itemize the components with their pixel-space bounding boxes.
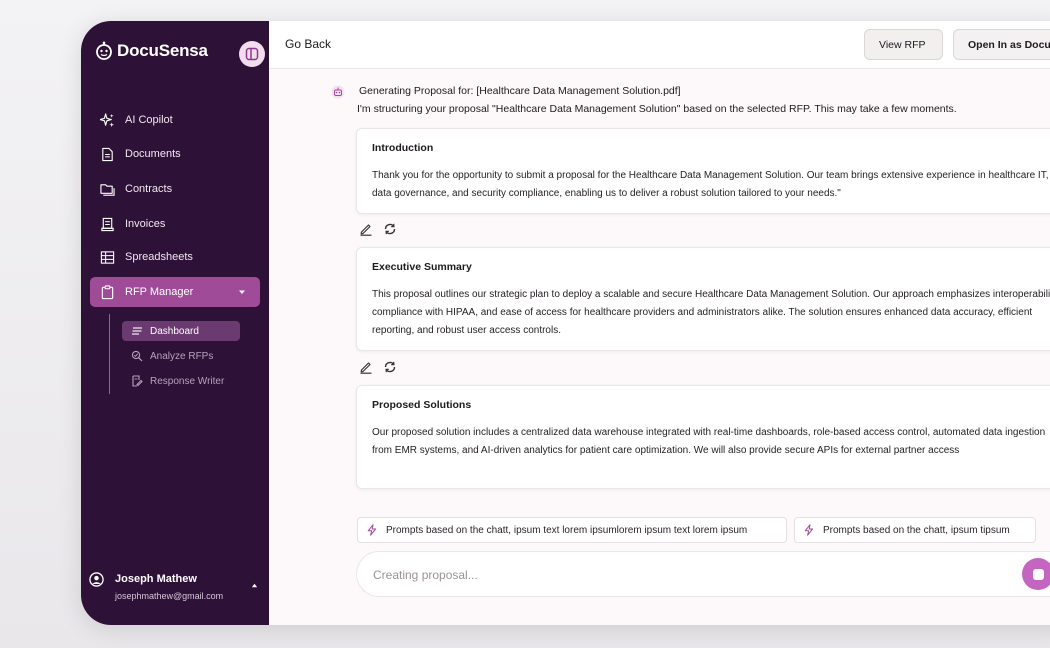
sidebar-item-label: Contracts [125, 183, 173, 195]
proposal-status: Generating Proposal for: [Healthcare Dat… [359, 85, 681, 97]
prompt-suggestion[interactable]: Prompts based on the chatt, ipsum tipsum [794, 517, 1036, 543]
sidebar-item-documents[interactable]: Documents [90, 139, 260, 169]
receipt-icon [101, 217, 114, 231]
sidebar-item-invoices[interactable]: Invoices [90, 209, 260, 239]
collapse-sidebar-button[interactable] [239, 41, 265, 67]
app-name: DocuSensa [117, 41, 208, 60]
prompt-suggestion[interactable]: Prompts based on the chatt, ipsum text l… [357, 517, 787, 543]
sidebar: DocuSensa AI Copilot Documents Contracts… [81, 21, 269, 625]
edit-icon[interactable] [359, 360, 373, 374]
folders-icon [100, 183, 115, 196]
sidebar-item-rfp-manager[interactable]: RFP Manager [90, 277, 260, 307]
stop-generation-button[interactable] [1022, 558, 1050, 590]
section-title: Executive Summary [372, 261, 472, 273]
document-icon [102, 147, 113, 161]
sidebar-item-ai-copilot[interactable]: AI Copilot [90, 105, 260, 135]
user-avatar-icon [89, 572, 104, 587]
edit-icon[interactable] [359, 222, 373, 236]
sidebar-subitem-label: Response Writer [150, 375, 225, 387]
stop-icon [1032, 568, 1044, 580]
composer-input[interactable] [373, 565, 973, 585]
caret-down-icon [239, 290, 245, 294]
prompt-suggestion-label: Prompts based on the chatt, ipsum text l… [386, 524, 748, 536]
lines-icon [132, 327, 142, 335]
sidebar-subitem-label: Analyze RFPs [150, 350, 214, 362]
proposal-description: I'm structuring your proposal "Healthcar… [357, 103, 957, 115]
section-title: Introduction [372, 142, 434, 154]
user-profile[interactable]: Joseph Mathew josephmathew@gmail.com [89, 571, 261, 605]
regenerate-icon[interactable] [383, 360, 397, 374]
regenerate-icon[interactable] [383, 222, 397, 236]
writer-icon [132, 375, 143, 387]
sidebar-item-spreadsheets[interactable]: Spreadsheets [90, 242, 260, 272]
prompt-suggestion-label: Prompts based on the chatt, ipsum tipsum [823, 524, 1010, 536]
lightning-icon [804, 524, 814, 536]
sidebar-subitem-analyze-rfps[interactable]: Analyze RFPs [122, 346, 240, 366]
subnav-divider [109, 314, 110, 394]
app-window: DocuSensa AI Copilot Documents Contracts… [81, 21, 1050, 625]
sidebar-item-label: RFP Manager [125, 286, 194, 298]
table-icon [100, 250, 115, 264]
section-title: Proposed Solutions [372, 399, 472, 411]
proposal-section-introduction: Introduction Thank you for the opportuni… [356, 128, 1050, 214]
sidebar-subitem-label: Dashboard [150, 325, 199, 337]
clipboard-icon [101, 284, 114, 299]
sparkles-icon [100, 112, 115, 127]
sidebar-item-contracts[interactable]: Contracts [90, 174, 260, 204]
user-email: josephmathew@gmail.com [115, 591, 224, 601]
sidebar-item-label: Invoices [125, 218, 166, 230]
analyze-icon [131, 350, 143, 362]
app-logo[interactable]: DocuSensa [94, 41, 208, 61]
proposal-section-proposed-solutions: Proposed Solutions Our proposed solution… [356, 385, 1050, 489]
sidebar-item-label: AI Copilot [125, 114, 173, 126]
section-body: Thank you for the opportunity to submit … [372, 170, 1049, 199]
caret-up-icon[interactable] [251, 582, 258, 589]
bot-avatar-icon [331, 85, 345, 99]
composer [356, 551, 1050, 597]
sidebar-subitem-response-writer[interactable]: Response Writer [122, 371, 240, 391]
lightning-icon [367, 524, 377, 536]
view-rfp-button[interactable]: View RFP [864, 29, 943, 60]
sidebar-subitem-dashboard[interactable]: Dashboard [122, 321, 240, 341]
user-name: Joseph Mathew [115, 573, 197, 585]
proposal-section-executive-summary: Executive Summary This proposal outlines… [356, 247, 1050, 351]
top-bar: Go Back View RFP Open In as Document [269, 21, 1050, 69]
sidebar-toggle-icon [245, 47, 259, 61]
section-actions [359, 360, 397, 374]
section-body: Our proposed solution includes a central… [372, 427, 1046, 456]
go-back-link[interactable]: Go Back [285, 37, 331, 51]
robot-logo-icon [96, 41, 112, 60]
sidebar-item-label: Spreadsheets [125, 251, 193, 263]
main-content: Go Back View RFP Open In as Document Gen… [269, 21, 1050, 625]
sidebar-item-label: Documents [125, 148, 181, 160]
section-body: This proposal outlines our strategic pla… [372, 289, 1050, 336]
open-in-document-button[interactable]: Open In as Document [953, 29, 1050, 60]
section-actions [359, 222, 397, 236]
